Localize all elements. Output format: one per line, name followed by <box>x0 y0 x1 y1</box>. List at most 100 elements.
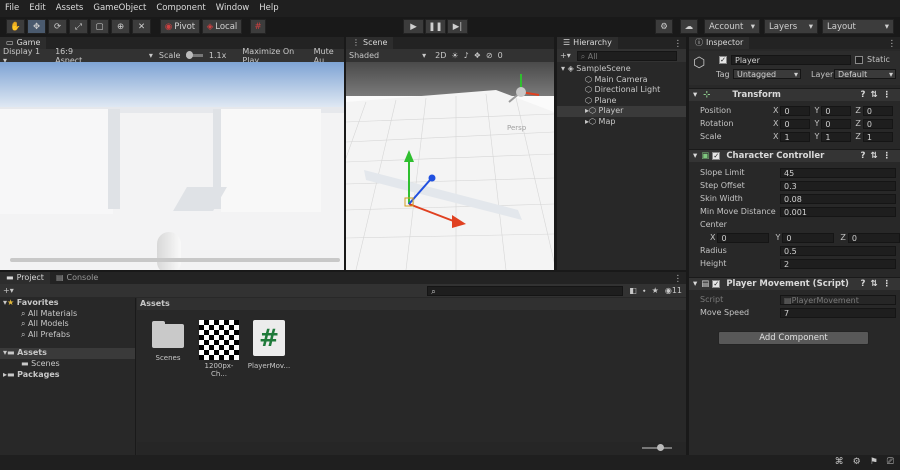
rotation-y-input[interactable]: 0 <box>821 118 852 129</box>
debug-icon[interactable]: ⚑ <box>870 457 878 467</box>
mode-2d-toggle[interactable]: 2D <box>435 51 446 60</box>
lock-icon[interactable]: ⋮ <box>674 274 687 284</box>
favorites-all-prefabs[interactable]: ⌕ All Prefabs <box>0 330 135 341</box>
hand-tool-button[interactable]: ✋ <box>6 19 25 34</box>
menu-window[interactable]: Window <box>211 0 255 17</box>
game-scrollbar[interactable] <box>10 258 340 262</box>
add-icon[interactable]: +▾ <box>560 51 571 60</box>
cache-server-icon[interactable]: ⌘ <box>835 457 844 467</box>
min-move-distance-input[interactable]: 0.001 <box>780 206 896 217</box>
player-movement-header[interactable]: ▾ ▤ Player Movement (Script) ?⇅⋮ <box>689 277 900 290</box>
packages-folder-item[interactable]: ▸▬ Packages <box>0 370 135 381</box>
radius-input[interactable]: 0.5 <box>780 245 896 256</box>
tag-dropdown[interactable]: Untagged ▾ <box>733 69 801 79</box>
favorite-icon[interactable]: ★ <box>652 286 659 295</box>
create-icon[interactable]: +▾ <box>3 286 14 295</box>
rect-tool-button[interactable]: ▢ <box>90 19 109 34</box>
asset-item-player-movement[interactable]: # PlayerMov... <box>247 320 291 370</box>
hierarchy-item-player[interactable]: ▸⬡ Player <box>557 106 686 117</box>
hierarchy-item-directional-light[interactable]: ⬡ Directional Light <box>557 85 686 96</box>
notifications-icon[interactable]: ⎚ <box>887 457 894 467</box>
scenes-folder-item[interactable]: ▬ Scenes <box>0 359 135 370</box>
tab-project[interactable]: ▬ Project <box>0 272 50 284</box>
play-button[interactable]: ▶ <box>403 19 424 34</box>
menu-file[interactable]: File <box>0 0 24 17</box>
scale-x-input[interactable]: 1 <box>780 131 811 142</box>
lock-icon[interactable]: ⋮ <box>888 39 900 49</box>
object-name-input[interactable]: Player <box>731 55 851 65</box>
menu-component[interactable]: Component <box>151 0 210 17</box>
hierarchy-item-map[interactable]: ▸⬡ Map <box>557 117 686 128</box>
tab-scene[interactable]: ⋮ Scene <box>346 37 394 49</box>
project-breadcrumb[interactable]: Assets <box>137 298 686 310</box>
persp-label[interactable]: Persp <box>507 124 526 132</box>
height-input[interactable]: 2 <box>780 258 896 269</box>
skin-width-input[interactable]: 0.08 <box>780 193 896 204</box>
audio-icon[interactable]: ♪ <box>464 51 469 60</box>
scale-z-input[interactable]: 1 <box>862 131 893 142</box>
menu-help[interactable]: Help <box>254 0 283 17</box>
favorites-all-materials[interactable]: ⌕ All Materials <box>0 309 135 320</box>
center-x-input[interactable]: 0 <box>717 232 770 243</box>
lock-icon[interactable]: ⋮ <box>674 39 687 49</box>
component-actions-icon[interactable]: ?⇅⋮ <box>860 90 896 100</box>
filter-by-label-icon[interactable]: ⬩ <box>643 286 646 296</box>
pause-button[interactable]: ❚❚ <box>425 19 446 34</box>
transform-tool-button[interactable]: ⊕ <box>111 19 130 34</box>
custom-tool-button[interactable]: ✕ <box>132 19 151 34</box>
account-dropdown[interactable]: Account ▾ <box>704 19 760 34</box>
assets-folder-item[interactable]: ▾▬ Assets <box>0 348 135 359</box>
cc-enabled-checkbox[interactable] <box>712 152 721 160</box>
position-x-input[interactable]: 0 <box>780 105 811 116</box>
pm-enabled-checkbox[interactable] <box>712 280 721 288</box>
component-actions-icon[interactable]: ?⇅⋮ <box>860 151 896 161</box>
step-offset-input[interactable]: 0.3 <box>780 180 896 191</box>
scale-slider[interactable] <box>186 51 203 59</box>
step-button[interactable]: ▶| <box>447 19 468 34</box>
add-component-button[interactable]: Add Component <box>718 331 869 345</box>
hierarchy-item-main-camera[interactable]: ⬡ Main Camera <box>557 75 686 86</box>
script-field[interactable]: ▤PlayerMovement <box>780 294 896 305</box>
hierarchy-item-plane[interactable]: ⬡ Plane <box>557 96 686 107</box>
tab-console[interactable]: ▤ Console <box>49 272 105 284</box>
favorites-all-models[interactable]: ⌕ All Models <box>0 319 135 330</box>
hierarchy-search-input[interactable]: ⌕ All <box>576 50 677 61</box>
rotation-z-input[interactable]: 0 <box>862 118 893 129</box>
component-actions-icon[interactable]: ?⇅⋮ <box>860 279 896 289</box>
scale-tool-button[interactable]: ⤢ <box>69 19 88 34</box>
game-viewport[interactable] <box>0 62 344 270</box>
scale-y-input[interactable]: 1 <box>821 131 852 142</box>
slope-limit-input[interactable]: 45 <box>780 167 896 178</box>
layer-dropdown[interactable]: Default ▾ <box>834 69 896 79</box>
progress-icon[interactable]: ⚙ <box>853 457 861 467</box>
rotation-x-input[interactable]: 0 <box>780 118 811 129</box>
move-speed-input[interactable]: 7 <box>780 307 896 318</box>
position-y-input[interactable]: 0 <box>821 105 852 116</box>
favorites-item[interactable]: ▾★ Favorites <box>0 298 135 309</box>
rotate-tool-button[interactable]: ⟳ <box>48 19 67 34</box>
menu-assets[interactable]: Assets <box>51 0 89 17</box>
tab-inspector[interactable]: ⓘ Inspector <box>689 37 750 49</box>
layout-dropdown[interactable]: Layout ▾ <box>822 19 894 34</box>
active-checkbox[interactable] <box>719 56 727 64</box>
asset-item-scenes[interactable]: Scenes <box>150 320 186 362</box>
grid-snap-button[interactable]: # <box>250 19 266 34</box>
transform-header[interactable]: ▾ ⊹ Transform ?⇅⋮ <box>689 88 900 101</box>
filter-by-type-icon[interactable]: ◧ <box>629 286 637 295</box>
visibility-icon[interactable]: ⊘ <box>486 51 493 60</box>
zoom-slider-thumb[interactable] <box>657 444 664 451</box>
scene-viewport[interactable]: Persp <box>346 62 554 270</box>
hidden-packages-icon[interactable]: ◉11 <box>665 286 682 295</box>
character-controller-header[interactable]: ▾ ▣ Character Controller ?⇅⋮ <box>689 149 900 162</box>
menu-edit[interactable]: Edit <box>24 0 50 17</box>
effects-icon[interactable]: ❖ <box>474 51 481 60</box>
cloud-button[interactable]: ☁ <box>680 19 698 34</box>
move-tool-button[interactable]: ✥ <box>27 19 46 34</box>
asset-item-checker-texture[interactable]: 1200px-Ch... <box>197 320 241 378</box>
tab-hierarchy[interactable]: ☰ Hierarchy <box>557 37 618 49</box>
lighting-icon[interactable]: ☀ <box>451 51 458 60</box>
center-z-input[interactable]: 0 <box>847 232 900 243</box>
pivot-button[interactable]: ◉ Pivot <box>160 19 200 34</box>
layers-dropdown[interactable]: Layers ▾ <box>764 19 818 34</box>
slider-thumb[interactable] <box>186 51 194 59</box>
